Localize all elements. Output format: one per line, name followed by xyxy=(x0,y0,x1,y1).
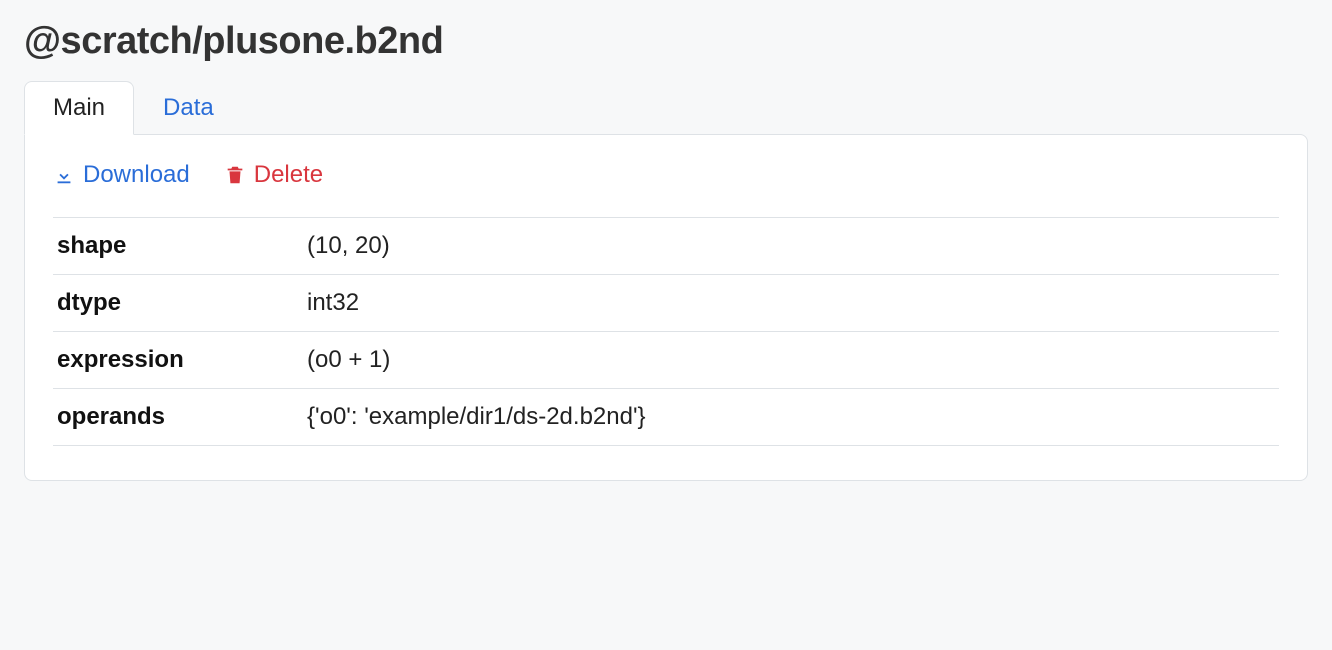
trash-icon xyxy=(224,164,246,186)
meta-value-shape: (10, 20) xyxy=(303,218,1279,275)
tabs: Main Data xyxy=(24,81,1308,135)
meta-value-expression: (o0 + 1) xyxy=(303,332,1279,389)
metadata-table: shape (10, 20) dtype int32 expression (o… xyxy=(53,217,1279,446)
meta-key-dtype: dtype xyxy=(53,275,303,332)
delete-button[interactable]: Delete xyxy=(224,161,323,189)
download-label: Download xyxy=(83,161,190,189)
meta-value-operands: {'o0': 'example/dir1/ds-2d.b2nd'} xyxy=(303,389,1279,446)
action-bar: Download Delete xyxy=(53,161,1279,189)
page-title: @scratch/plusone.b2nd xyxy=(24,20,1308,63)
meta-value-dtype: int32 xyxy=(303,275,1279,332)
table-row: expression (o0 + 1) xyxy=(53,332,1279,389)
table-row: dtype int32 xyxy=(53,275,1279,332)
download-icon xyxy=(53,164,75,186)
meta-key-operands: operands xyxy=(53,389,303,446)
meta-key-shape: shape xyxy=(53,218,303,275)
delete-label: Delete xyxy=(254,161,323,189)
meta-key-expression: expression xyxy=(53,332,303,389)
download-button[interactable]: Download xyxy=(53,161,190,189)
table-row: shape (10, 20) xyxy=(53,218,1279,275)
tab-data[interactable]: Data xyxy=(134,81,243,135)
tab-main[interactable]: Main xyxy=(24,81,134,135)
main-panel: Download Delete shape (10, 20) dtype int… xyxy=(24,134,1308,481)
table-row: operands {'o0': 'example/dir1/ds-2d.b2nd… xyxy=(53,389,1279,446)
